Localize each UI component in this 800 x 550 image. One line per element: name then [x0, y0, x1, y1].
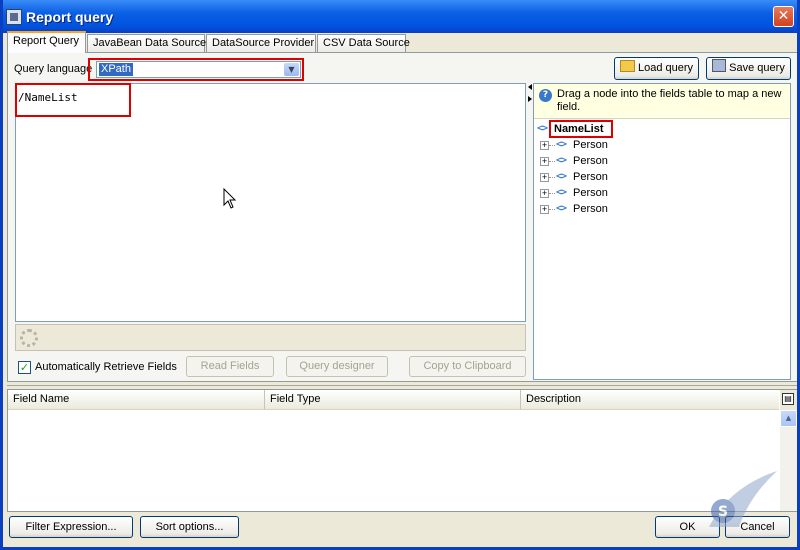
tree-line — [549, 209, 555, 210]
tree-line — [549, 177, 555, 178]
save-query-button[interactable]: Save query — [706, 57, 791, 80]
scroll-up-icon[interactable]: ▲ — [780, 410, 797, 427]
column-chooser-button[interactable]: ▤ — [780, 390, 797, 410]
tree-node-label[interactable]: Person — [573, 187, 608, 199]
table-scrollbar[interactable]: ▲ — [780, 410, 797, 511]
drag-hint: ? Drag a node into the fields table to m… — [534, 84, 790, 119]
chevron-down-icon[interactable]: ▼ — [284, 63, 299, 76]
read-fields-button[interactable]: Read Fields — [186, 356, 274, 377]
tree-node-person[interactable]: + <> Person — [534, 202, 784, 218]
load-query-label: Load query — [637, 62, 694, 74]
folder-icon — [619, 60, 635, 72]
tree-node-person[interactable]: + <> Person — [534, 170, 784, 186]
spinner-icon — [20, 329, 38, 347]
xml-element-icon: <> — [537, 123, 548, 134]
xml-element-icon: <> — [556, 171, 567, 182]
xml-element-icon: <> — [556, 155, 567, 166]
app-icon — [6, 9, 22, 25]
tree-node-person[interactable]: + <> Person — [534, 138, 784, 154]
table-header: Field Name Field Type Description — [8, 390, 779, 410]
tree-node-label[interactable]: Person — [573, 171, 608, 183]
expand-icon[interactable]: + — [540, 205, 549, 214]
close-icon: ✕ — [777, 8, 790, 24]
drag-hint-text: Drag a node into the fields table to map… — [557, 88, 782, 113]
column-header-field-name[interactable]: Field Name — [8, 390, 265, 409]
tab-csv-data-source[interactable]: CSV Data Source — [317, 34, 410, 52]
expand-icon[interactable]: + — [540, 189, 549, 198]
filter-expression-button[interactable]: Filter Expression... — [9, 516, 133, 538]
help-icon: ? — [539, 89, 552, 102]
tree-node-label[interactable]: Person — [573, 203, 608, 215]
query-language-label: Query language — [14, 63, 93, 75]
save-query-label: Save query — [729, 62, 785, 74]
window-title: Report query — [26, 9, 114, 25]
tree-line — [549, 193, 555, 194]
auto-retrieve-label: Automatically Retrieve Fields — [35, 361, 177, 373]
expand-icon[interactable]: + — [540, 141, 549, 150]
close-button[interactable]: ✕ — [773, 6, 794, 27]
report-query-panel: Query language XPath ▼ Load query Save q… — [7, 52, 797, 382]
mouse-cursor-icon — [223, 188, 237, 209]
column-header-description[interactable]: Description — [521, 390, 779, 409]
tree-node-person[interactable]: + <> Person — [534, 186, 784, 202]
query-language-value: XPath — [99, 63, 133, 76]
report-query-dialog: Report query ✕ Report Query JavaBean Dat… — [0, 0, 800, 550]
copy-to-clipboard-button[interactable]: Copy to Clipboard — [409, 356, 526, 377]
xml-element-icon: <> — [556, 139, 567, 150]
xml-tree-pane: ? Drag a node into the fields table to m… — [533, 83, 791, 380]
query-language-select[interactable]: XPath ▼ — [96, 61, 301, 78]
xml-element-icon: <> — [556, 187, 567, 198]
tree-node-label[interactable]: NameList — [554, 123, 604, 135]
loading-bar — [15, 324, 526, 351]
svg-text:S: S — [718, 504, 728, 520]
tree-line — [549, 145, 555, 146]
save-icon — [712, 59, 727, 72]
xml-element-icon: <> — [556, 203, 567, 214]
auto-retrieve-checkbox[interactable]: ✓ — [18, 361, 31, 374]
query-designer-button[interactable]: Query designer — [286, 356, 388, 377]
tree-node-root[interactable]: <> NameList — [534, 122, 784, 138]
tab-report-query[interactable]: Report Query — [7, 31, 86, 53]
watermark-logo-icon: S — [709, 471, 777, 527]
tab-datasource-provider[interactable]: DataSource Provider — [206, 34, 316, 52]
column-header-field-type[interactable]: Field Type — [265, 390, 521, 409]
expand-icon[interactable]: + — [540, 173, 549, 182]
expand-icon[interactable]: + — [540, 157, 549, 166]
title-bar[interactable]: Report query ✕ — [3, 0, 797, 33]
query-text[interactable]: /NameList — [18, 91, 78, 104]
tree-node-label[interactable]: Person — [573, 139, 608, 151]
column-chooser-icon: ▤ — [782, 393, 794, 405]
load-query-button[interactable]: Load query — [614, 57, 699, 80]
tree-node-person[interactable]: + <> Person — [534, 154, 784, 170]
divider — [7, 385, 797, 386]
fields-table: Field Name Field Type Description ▤ ▲ — [7, 389, 797, 512]
tree-line — [549, 161, 555, 162]
sort-options-button[interactable]: Sort options... — [140, 516, 239, 538]
query-editor[interactable]: /NameList — [15, 83, 526, 322]
tree-node-label[interactable]: Person — [573, 155, 608, 167]
tab-javabean-data-source[interactable]: JavaBean Data Source — [87, 34, 206, 52]
